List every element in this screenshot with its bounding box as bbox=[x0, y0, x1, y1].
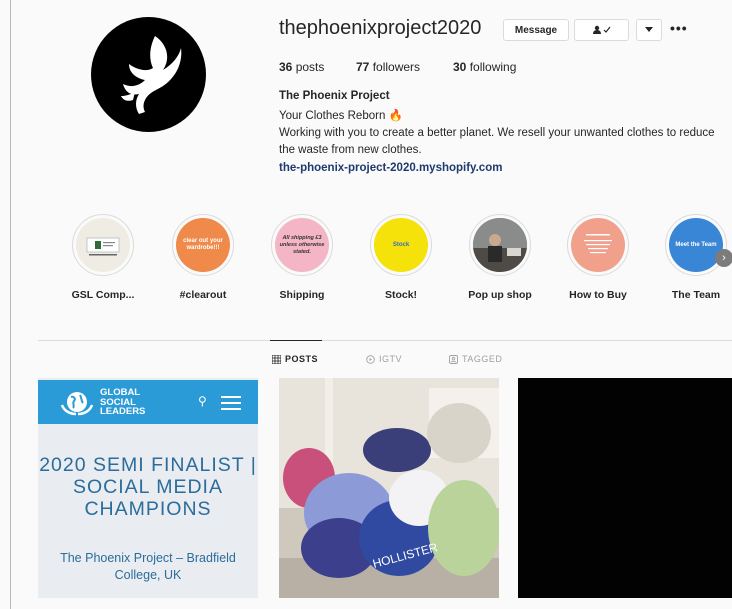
caret-down-icon bbox=[645, 27, 653, 32]
grid-icon bbox=[272, 354, 281, 364]
igtv-icon bbox=[366, 354, 375, 364]
highlight-thumbnail: Meet the Team bbox=[669, 218, 723, 272]
user-check-icon bbox=[592, 25, 610, 34]
posts-count: 36 posts bbox=[279, 60, 356, 74]
highlight-gsl-comp[interactable]: GSL Comp... bbox=[63, 214, 143, 301]
highlight-thumbnail bbox=[571, 218, 625, 272]
highlight-label: How to Buy bbox=[569, 289, 627, 301]
highlight-ring bbox=[469, 214, 531, 276]
highlight-ring bbox=[72, 214, 134, 276]
highlight-label: The Team bbox=[671, 289, 721, 301]
message-button[interactable]: Message bbox=[503, 19, 569, 41]
text-lines-icon bbox=[584, 234, 612, 254]
tab-tagged[interactable]: TAGGED bbox=[449, 354, 502, 364]
following-count[interactable]: 30 following bbox=[453, 60, 516, 74]
post-clothes-bags-photo[interactable]: HOLLISTER bbox=[279, 378, 499, 598]
globe-hands-icon bbox=[60, 392, 94, 416]
active-tab-indicator bbox=[270, 340, 322, 341]
bio-website-link[interactable]: the-phoenix-project-2020.myshopify.com bbox=[279, 162, 502, 174]
highlight-ring: Stock bbox=[370, 214, 432, 276]
post-subtitle-text: The Phoenix Project – Bradfield College,… bbox=[60, 551, 236, 582]
following-count-value: 30 bbox=[453, 60, 467, 74]
followers-count[interactable]: 77 followers bbox=[356, 60, 453, 74]
tab-posts-label: POSTS bbox=[285, 354, 319, 364]
highlight-ring: All shipping £3 unless otherwise stated. bbox=[271, 214, 333, 276]
left-divider bbox=[10, 0, 11, 609]
followers-count-label: followers bbox=[372, 60, 421, 74]
highlight-label: Pop up shop bbox=[468, 289, 532, 301]
highlight-ring: Meet the Team bbox=[665, 214, 727, 276]
highlight-thumbnail bbox=[473, 218, 527, 272]
phoenix-logo-icon bbox=[120, 35, 181, 114]
highlight-label: #clearout bbox=[179, 289, 227, 301]
tab-posts[interactable]: POSTS bbox=[272, 354, 318, 364]
suggestions-dropdown-button[interactable] bbox=[636, 19, 662, 41]
highlight-label: Shipping bbox=[279, 289, 325, 301]
bio-tagline: Your Clothes Reborn 🔥 bbox=[279, 110, 403, 122]
photo-thumbnail-icon bbox=[473, 218, 527, 272]
tab-igtv[interactable]: IGTV bbox=[366, 354, 402, 364]
tab-tagged-label: TAGGED bbox=[462, 354, 503, 364]
highlight-ring bbox=[567, 214, 629, 276]
post-gsl-semifinalist[interactable]: GLOBAL SOCIAL LEADERS ⚲ 2020 SEMI FINALI… bbox=[38, 378, 258, 598]
highlights-next-arrow-icon[interactable]: › bbox=[715, 249, 732, 267]
following-count-label: following bbox=[469, 60, 517, 74]
highlight-clearout[interactable]: clear out your wardrobe!!! #clearout bbox=[163, 214, 243, 301]
search-icon: ⚲ bbox=[198, 394, 207, 408]
highlight-shipping[interactable]: All shipping £3 unless otherwise stated.… bbox=[262, 214, 342, 301]
more-options-icon[interactable]: ••• bbox=[670, 20, 688, 36]
gsl-certificate-icon bbox=[86, 237, 120, 256]
posts-count-value: 36 bbox=[279, 60, 293, 74]
highlight-thumbnail: All shipping £3 unless otherwise stated. bbox=[275, 218, 329, 272]
hamburger-menu-icon bbox=[221, 396, 241, 414]
posts-count-label: posts bbox=[295, 60, 325, 74]
highlight-label: Stock! bbox=[384, 289, 418, 301]
post-title-text: 2020 SEMI FINALIST | SOCIAL MEDIA CHAMPI… bbox=[39, 454, 257, 520]
highlight-thumbnail bbox=[76, 218, 130, 272]
followers-count-value: 77 bbox=[356, 60, 370, 74]
highlight-pop-up-shop[interactable]: Pop up shop bbox=[460, 214, 540, 301]
clothes-bags-image: HOLLISTER bbox=[279, 378, 499, 598]
post-black-image[interactable] bbox=[518, 378, 732, 598]
highlight-ring: clear out your wardrobe!!! bbox=[172, 214, 234, 276]
bio-description: Working with you to create a better plan… bbox=[279, 127, 715, 156]
gsl-brand-text: GLOBAL SOCIAL LEADERS bbox=[100, 387, 146, 417]
highlight-thumbnail: clear out your wardrobe!!! bbox=[176, 218, 230, 272]
tabs-divider bbox=[38, 340, 732, 341]
highlight-stock[interactable]: Stock Stock! bbox=[361, 214, 441, 301]
tag-icon bbox=[449, 354, 458, 364]
highlight-thumbnail: Stock bbox=[374, 218, 428, 272]
profile-username: thephoenixproject2020 bbox=[279, 17, 482, 39]
profile-stats: 36 posts 77 followers 30 following bbox=[279, 60, 516, 74]
following-button[interactable] bbox=[574, 19, 629, 41]
tab-igtv-label: IGTV bbox=[379, 354, 403, 364]
highlight-label: GSL Comp... bbox=[71, 289, 135, 301]
bio-name: The Phoenix Project bbox=[279, 90, 390, 102]
profile-avatar[interactable] bbox=[91, 17, 206, 132]
highlight-how-to-buy[interactable]: How to Buy bbox=[558, 214, 638, 301]
gsl-header-bar: GLOBAL SOCIAL LEADERS ⚲ bbox=[38, 380, 258, 424]
